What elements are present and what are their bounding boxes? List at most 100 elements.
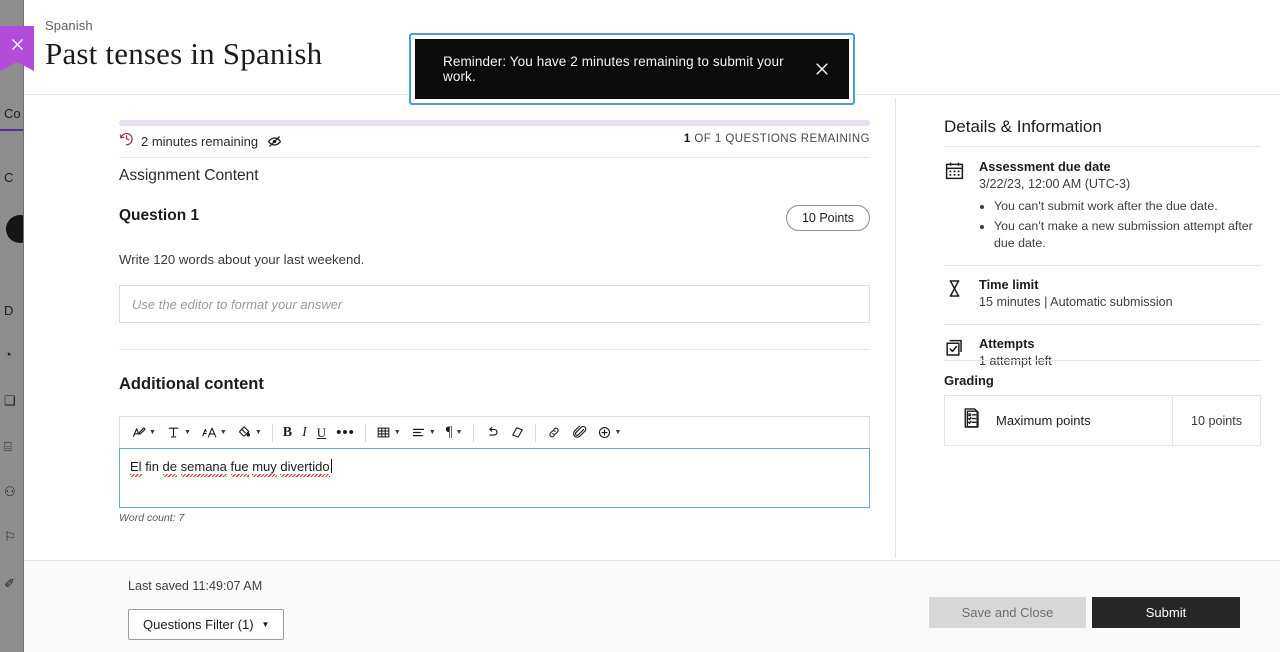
toast-close-button[interactable] <box>810 56 835 82</box>
italic-icon[interactable]: I <box>297 420 312 446</box>
bold-icon[interactable]: B <box>278 420 297 446</box>
chevron-down-icon: ▼ <box>615 429 622 436</box>
left-navigation-rail[interactable]: Co C D ◔ ❑ ⌸ ⚇ ⚐ ✐ <box>0 0 24 652</box>
hide-timer-eye-off-icon[interactable] <box>267 134 282 149</box>
editor-word: El <box>130 459 142 474</box>
grading-row: Maximum points <box>945 396 1172 445</box>
sidebar-item-grades[interactable]: ❑ <box>4 391 24 411</box>
close-assessment-button[interactable] <box>0 26 34 62</box>
submit-button[interactable]: Submit <box>1092 597 1240 628</box>
sidebar-item-dashboard[interactable]: D <box>4 301 24 321</box>
assessment-body: 2 minutes remaining 1 OF 1 QUESTIONS REM… <box>24 95 1280 560</box>
questions-remaining: 1 OF 1 QUESTIONS REMAINING <box>684 133 870 145</box>
last-saved-text: Last saved 11:49:07 AM <box>128 579 262 593</box>
calendar-icon <box>944 159 966 255</box>
grading-row-value: 10 points <box>1172 396 1260 445</box>
underline-icon[interactable]: U <box>312 420 331 446</box>
due-date-notes: You can't submit work after the due date… <box>994 198 1261 251</box>
chevron-down-icon: ▼ <box>429 429 436 436</box>
due-date-note: You can't submit work after the due date… <box>994 198 1261 214</box>
toolbar-separator <box>365 424 366 442</box>
attempts-body: Attempts 1 attempt left <box>979 336 1261 368</box>
sidebar-active-divider <box>0 129 24 131</box>
toolbar-separator <box>473 424 474 442</box>
attempts-check-icon <box>944 336 966 368</box>
attempts-item: Attempts 1 attempt left <box>944 336 1261 368</box>
page-title: Past tenses in Spanish <box>45 36 322 72</box>
details-divider <box>944 146 1261 147</box>
answer-input[interactable]: Use the editor to format your answer <box>119 285 870 323</box>
clear-formatting-icon[interactable] <box>505 420 530 446</box>
sidebar-item-courses[interactable]: Co <box>4 104 24 124</box>
rubric-list-icon <box>961 406 985 435</box>
time-limit-body: Time limit 15 minutes | Automatic submis… <box>979 277 1261 309</box>
editor-word: de <box>163 459 177 474</box>
editor-word: semana <box>181 459 227 474</box>
points-badge: 10 Points <box>786 205 870 231</box>
chevron-down-icon: ▼ <box>262 620 270 629</box>
editor-content: El fin de semana fue muy <box>130 458 859 476</box>
align-icon[interactable]: ▼ <box>406 420 441 446</box>
grading-row-label: Maximum points <box>996 413 1091 428</box>
sidebar-item-tools[interactable]: ⚐ <box>4 527 24 547</box>
sidebar-item-label: ⚇ <box>4 482 16 502</box>
editor-word: fue <box>231 459 249 474</box>
grading-label: Grading <box>944 373 994 388</box>
due-date-value: 3/22/23, 12:00 AM (UTC-3) <box>979 177 1261 191</box>
due-date-note: You can't make a new submission attempt … <box>994 218 1261 251</box>
more-options-icon[interactable]: ••• <box>331 420 360 446</box>
save-and-close-button[interactable]: Save and Close <box>929 597 1086 628</box>
highlight-color-icon[interactable]: ▼ <box>232 420 267 446</box>
chevron-down-icon: ▼ <box>394 429 401 436</box>
timer-group: 2 minutes remaining <box>119 131 282 151</box>
font-size-icon[interactable]: ▼ <box>161 420 196 446</box>
link-icon[interactable] <box>541 420 567 446</box>
column-divider <box>895 98 896 558</box>
editor-text-area[interactable]: El fin de semana fue muy <box>119 448 870 508</box>
attempts-heading: Attempts <box>979 336 1261 351</box>
timer-row-divider <box>119 157 870 158</box>
sidebar-item-label: C <box>4 168 13 188</box>
sidebar-item-label: D <box>4 301 13 321</box>
sidebar-item-activity[interactable]: ◔ <box>4 345 24 365</box>
details-divider <box>944 324 1261 325</box>
questions-filter-button[interactable]: Questions Filter (1) ▼ <box>128 609 284 640</box>
text-style-icon[interactable]: ▼ <box>126 420 161 446</box>
paragraph-icon[interactable]: ¶▼ <box>441 420 468 446</box>
section-title: Assignment Content <box>119 167 259 185</box>
due-date-body: Assessment due date 3/22/23, 12:00 AM (U… <box>979 159 1261 255</box>
sidebar-item-calendar-partial[interactable]: C <box>4 168 24 188</box>
question-column: 2 minutes remaining 1 OF 1 QUESTIONS REM… <box>24 95 895 560</box>
attachment-icon[interactable] <box>567 420 592 446</box>
sidebar-item-label: ❑ <box>4 391 16 411</box>
details-divider <box>944 360 1261 361</box>
editor-toolbar: ▼ ▼ ▼ <box>119 416 870 448</box>
chevron-down-icon: ▼ <box>456 429 463 436</box>
word-count: Word count: 7 <box>119 512 870 524</box>
additional-content-title: Additional content <box>119 375 264 394</box>
assessment-page: Co C D ◔ ❑ ⌸ ⚇ ⚐ ✐ Spanish Past tenses i… <box>0 0 1280 652</box>
time-limit-heading: Time limit <box>979 277 1261 292</box>
sidebar-item-groups[interactable]: ⚇ <box>4 482 24 502</box>
footer-bar: Last saved 11:49:07 AM Questions Filter … <box>24 560 1280 652</box>
font-family-icon[interactable]: ▼ <box>196 420 232 446</box>
sidebar-item-label: ✐ <box>4 574 15 594</box>
hourglass-icon <box>944 277 966 309</box>
add-content-icon[interactable]: ▼ <box>592 420 627 446</box>
sidebar-item-sign-out[interactable]: ✐ <box>4 574 24 594</box>
time-limit-value: 15 minutes | Automatic submission <box>979 295 1261 309</box>
reminder-toast-focus-ring: Reminder: You have 2 minutes remaining t… <box>409 33 855 105</box>
details-divider <box>944 265 1261 266</box>
timer-icon <box>119 131 134 151</box>
close-icon <box>9 36 26 53</box>
timer-row: 2 minutes remaining 1 OF 1 QUESTIONS REM… <box>119 131 870 158</box>
undo-icon[interactable] <box>479 420 505 446</box>
table-icon[interactable]: ▼ <box>371 420 406 446</box>
sidebar-item-messages[interactable]: ⌸ <box>4 437 24 457</box>
timer-text: 2 minutes remaining <box>141 134 258 149</box>
sidebar-item-label: Co <box>4 104 21 124</box>
avatar[interactable] <box>6 215 24 243</box>
reminder-toast-message: Reminder: You have 2 minutes remaining t… <box>443 54 810 84</box>
sidebar-item-label: ⌸ <box>4 437 12 457</box>
chevron-down-icon: ▼ <box>149 429 156 436</box>
